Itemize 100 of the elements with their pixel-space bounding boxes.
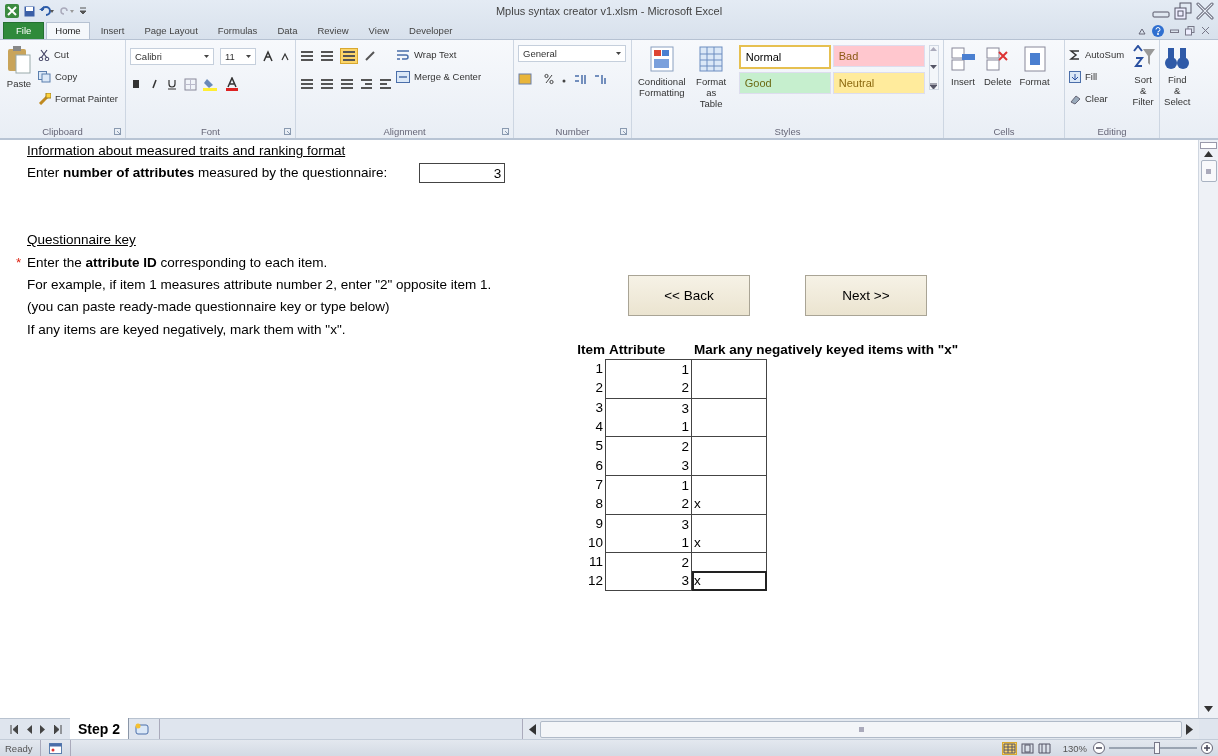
table-cell[interactable] [692, 397, 767, 418]
ribbon-button[interactable]: Merge & Center [396, 67, 482, 86]
wrap-text-icon[interactable] [396, 48, 410, 61]
ribbon-button[interactable]: Wrap Text [396, 45, 482, 64]
undo-icon[interactable] [39, 6, 55, 16]
minimize-ribbon-icon[interactable] [1138, 26, 1146, 35]
ribbon-button[interactable]: Delete [982, 45, 1014, 87]
align-bottom-icon[interactable] [342, 50, 356, 62]
ribbon-tab[interactable]: View [359, 22, 399, 39]
zoom-level[interactable]: 130% [1062, 742, 1087, 754]
ribbon-button[interactable]: Clear [1069, 89, 1125, 108]
ribbon-tab[interactable]: Formulas [208, 22, 267, 39]
table-cell[interactable]: 1 [605, 474, 692, 495]
table-cell[interactable]: x [692, 571, 767, 591]
scroll-right-icon[interactable] [1186, 723, 1193, 735]
dropdown-arrow-icon[interactable] [246, 54, 251, 58]
table-cell[interactable]: 2 [605, 494, 692, 514]
ribbon-button[interactable]: Fill [1069, 67, 1125, 86]
table-cell[interactable]: 3 [605, 513, 692, 533]
underline-icon[interactable] [166, 78, 178, 90]
zoom-in-icon[interactable] [1201, 742, 1213, 754]
sheet-tab[interactable]: Step 2 [70, 718, 129, 739]
ribbon-tab[interactable]: Review [308, 22, 358, 39]
align-center-icon[interactable] [320, 78, 334, 90]
table-cell[interactable]: 1 [605, 417, 692, 437]
next-sheet-icon[interactable] [40, 724, 46, 734]
ribbon-dropdown[interactable]: Calibri [130, 47, 214, 65]
table-cell[interactable]: 3 [605, 571, 692, 591]
percent-icon[interactable] [544, 73, 554, 85]
restore-icon[interactable] [1174, 2, 1192, 20]
decrease-indent-icon[interactable] [360, 78, 373, 90]
ribbon-button[interactable]: Insert [948, 45, 978, 87]
first-sheet-icon[interactable] [10, 724, 18, 734]
close-icon[interactable] [1201, 26, 1210, 35]
cell-style[interactable]: Bad [832, 45, 925, 67]
ribbon-tab[interactable]: Developer [400, 22, 462, 39]
align-top-icon[interactable] [300, 50, 314, 62]
ribbon-button[interactable]: Copy [38, 67, 118, 86]
record-macro-icon[interactable] [49, 742, 63, 754]
ribbon-tab[interactable]: Page Layout [135, 22, 207, 39]
scroll-down-icon[interactable] [1204, 706, 1213, 712]
table-cell[interactable]: 3 [605, 455, 692, 475]
input-field[interactable]: 3 [419, 162, 506, 183]
table-cell[interactable] [692, 436, 767, 456]
sigma-icon[interactable] [1069, 48, 1081, 61]
minimize-icon[interactable] [1170, 26, 1179, 35]
copy-icon[interactable] [38, 70, 51, 83]
increase-decimal-icon[interactable] [574, 73, 588, 85]
nav-button[interactable]: Next >> [805, 275, 927, 316]
delete-cells-icon[interactable] [984, 45, 1011, 73]
text-orientation-icon[interactable] [364, 50, 378, 62]
restore-icon[interactable] [1185, 25, 1195, 36]
insert-cells-icon[interactable] [950, 45, 976, 73]
merge-cells-icon[interactable] [396, 70, 410, 83]
ribbon-tab[interactable]: Insert [91, 22, 134, 39]
scroll-down-icon[interactable] [930, 64, 938, 70]
ribbon-button[interactable]: AutoSum [1069, 45, 1125, 64]
grow-font-icon[interactable] [262, 50, 274, 62]
table-cell[interactable] [692, 474, 767, 495]
close-icon[interactable] [1196, 2, 1214, 20]
table-cell[interactable]: 3 [605, 397, 692, 418]
page-break-view-icon[interactable] [1037, 742, 1051, 754]
ribbon-button[interactable]: Find & Select [1162, 45, 1193, 107]
ribbon-dropdown[interactable]: 11 [220, 47, 256, 65]
increase-indent-icon[interactable] [379, 78, 392, 90]
table-cell[interactable]: x [692, 494, 767, 514]
ribbon-tab[interactable]: File [3, 22, 45, 39]
shrink-font-icon[interactable] [280, 51, 290, 61]
more-styles-icon[interactable] [930, 83, 938, 89]
excel-logo-icon[interactable] [4, 3, 20, 19]
ribbon-dropdown[interactable]: General [518, 45, 626, 62]
scroll-up-icon[interactable] [1204, 151, 1213, 157]
cell-style[interactable]: Neutral [832, 72, 925, 94]
previous-sheet-icon[interactable] [26, 724, 32, 734]
table-cell[interactable] [692, 359, 767, 379]
gallery-scrollbar[interactable] [928, 45, 939, 90]
scroll-left-icon[interactable] [529, 723, 536, 735]
align-left-icon[interactable] [300, 78, 314, 90]
dropdown-arrow-icon[interactable] [204, 54, 209, 58]
customize-toolbar-icon[interactable] [79, 6, 87, 16]
slider-thumb[interactable] [1154, 742, 1161, 754]
fill-color-icon[interactable] [203, 77, 219, 91]
font-color-icon[interactable] [225, 77, 239, 91]
paste-icon[interactable] [6, 45, 32, 75]
fill-down-icon[interactable] [1069, 70, 1081, 83]
align-right-icon[interactable] [340, 78, 354, 90]
ribbon-button[interactable]: Sort & Filter [1128, 45, 1159, 107]
normal-view-icon[interactable] [1002, 742, 1016, 754]
decrease-decimal-icon[interactable] [594, 73, 608, 85]
table-cell[interactable] [692, 513, 767, 533]
format-cells-icon[interactable] [1021, 45, 1048, 73]
table-cell[interactable]: 2 [605, 378, 692, 398]
table-cell[interactable]: x [692, 532, 767, 553]
nav-button[interactable]: << Back [628, 275, 750, 316]
ribbon-button[interactable]: Paste [4, 45, 34, 89]
table-cell[interactable]: 2 [605, 436, 692, 456]
dropdown-arrow-icon[interactable] [616, 52, 621, 55]
ribbon-button[interactable]: Format as Table [691, 45, 731, 109]
cell-style[interactable]: Good [738, 72, 831, 94]
vertical-scrollbar[interactable] [1198, 140, 1218, 718]
